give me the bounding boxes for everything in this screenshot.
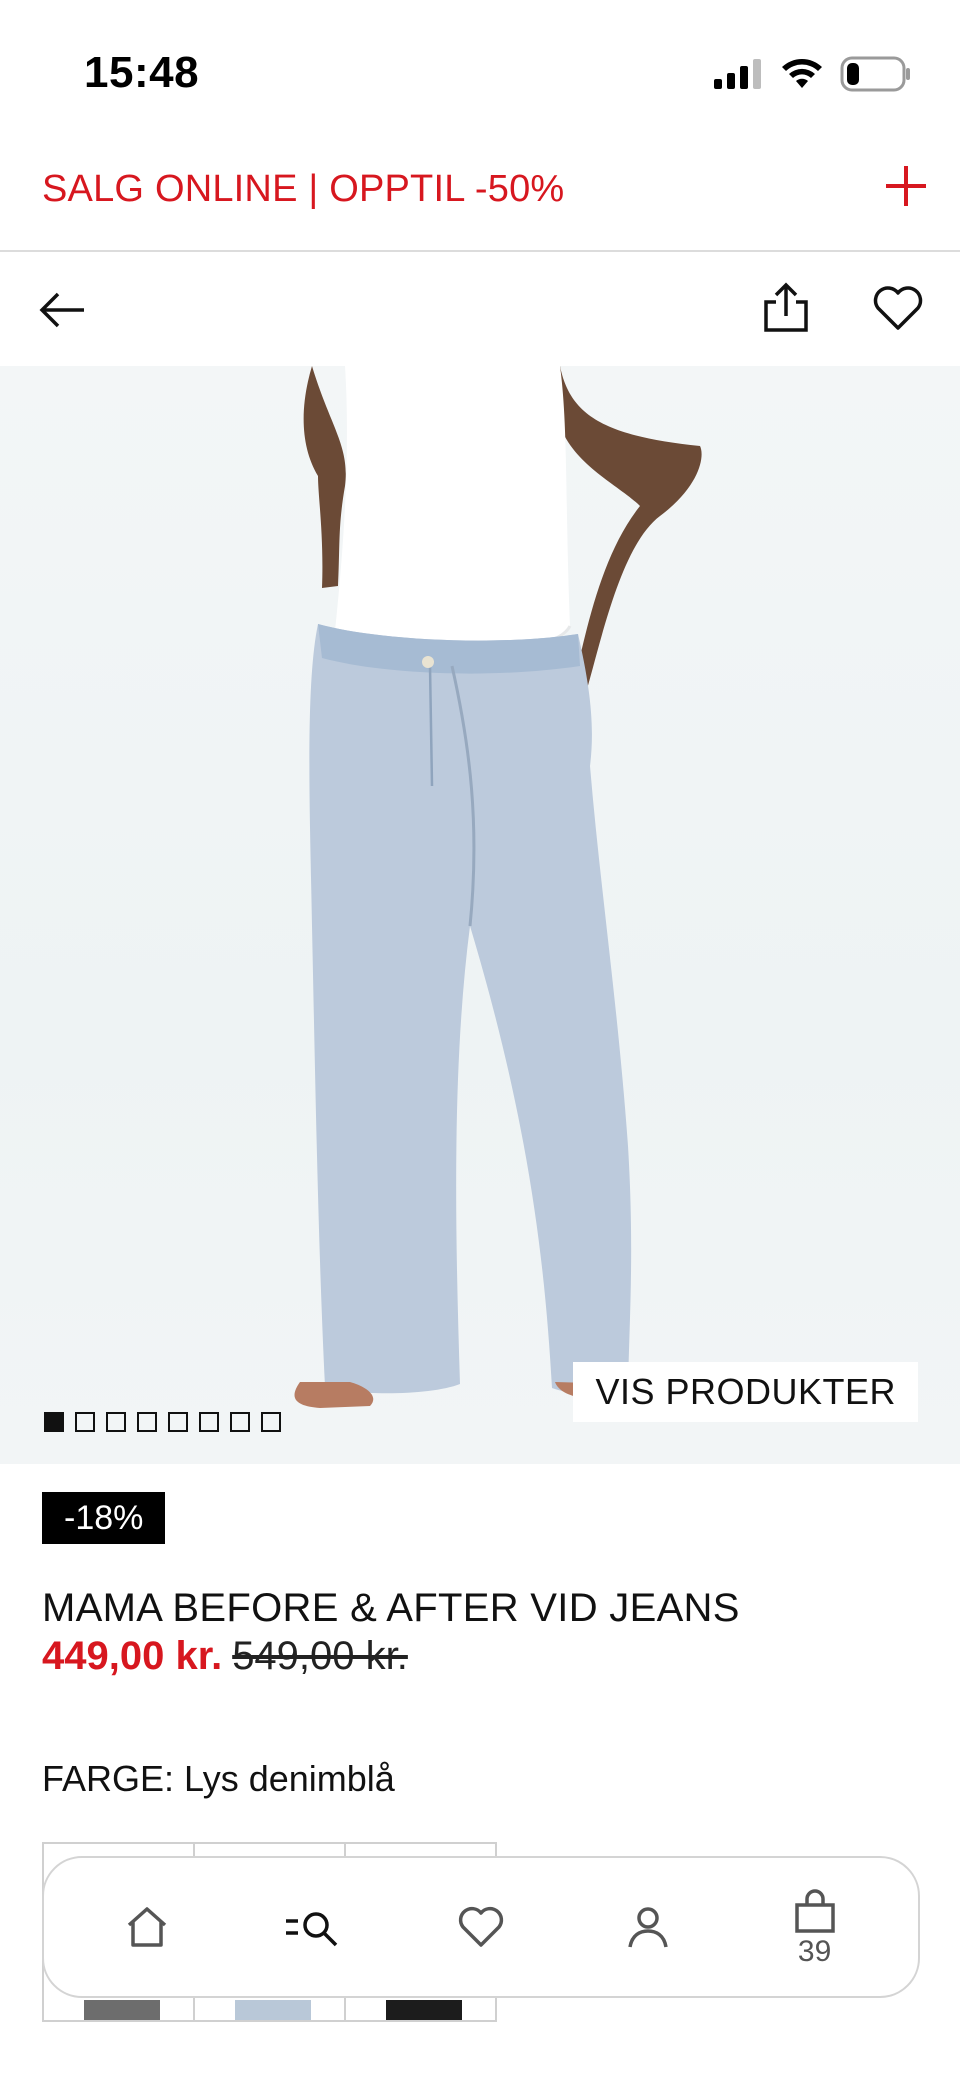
discount-badge: -18%	[42, 1492, 166, 1544]
tab-bag[interactable]: 39	[765, 1877, 865, 1977]
product-photo	[294, 366, 702, 1408]
user-icon	[628, 1907, 668, 1948]
pagination-dot[interactable]	[261, 1412, 281, 1432]
pagination-dot[interactable]	[106, 1412, 126, 1432]
price-row: 449,00 kr. 549,00 kr.	[42, 1634, 408, 1679]
heart-icon[interactable]	[870, 280, 926, 336]
tab-favorites[interactable]	[431, 1877, 531, 1977]
promo-text: SALG ONLINE | OPPTIL -50%	[42, 168, 565, 210]
pagination-dot[interactable]	[75, 1412, 95, 1432]
pagination-dot[interactable]	[168, 1412, 188, 1432]
cellular-signal-icon	[714, 59, 761, 89]
vis-produkter-button[interactable]: VIS PRODUKTER	[573, 1362, 918, 1422]
share-icon[interactable]	[758, 280, 814, 336]
sale-price: 449,00 kr.	[42, 1634, 223, 1678]
status-bar: 15:48	[0, 0, 960, 140]
product-title: MAMA BEFORE & AFTER VID JEANS	[42, 1586, 740, 1630]
pagination-dot[interactable]	[199, 1412, 219, 1432]
pagination-dot[interactable]	[44, 1412, 64, 1432]
pagination-dot[interactable]	[230, 1412, 250, 1432]
back-arrow-icon[interactable]	[36, 282, 92, 338]
pagination-dot[interactable]	[137, 1412, 157, 1432]
bag-count: 39	[797, 1935, 832, 1968]
original-price: 549,00 kr.	[232, 1634, 408, 1678]
bottom-tab-bar: 39	[42, 1856, 920, 1998]
shopping-bag-icon	[794, 1889, 835, 1933]
product-nav-row	[0, 254, 960, 366]
tab-account[interactable]	[598, 1877, 698, 1977]
status-icons	[714, 56, 912, 92]
color-label: FARGE: Lys denimblå	[42, 1758, 395, 1799]
heart-icon	[458, 1906, 504, 1947]
image-pagination	[44, 1412, 281, 1432]
tab-home[interactable]	[97, 1877, 197, 1977]
product-image[interactable]: VIS PRODUKTER	[0, 366, 960, 1464]
search-menu-icon	[286, 1912, 338, 1947]
promo-banner[interactable]: SALG ONLINE | OPPTIL -50%	[0, 140, 960, 252]
home-icon	[128, 1907, 167, 1947]
plus-icon[interactable]	[882, 162, 930, 210]
battery-icon	[840, 56, 910, 92]
wifi-icon	[782, 59, 822, 88]
status-time: 15:48	[84, 48, 200, 97]
tab-search[interactable]	[264, 1877, 364, 1977]
